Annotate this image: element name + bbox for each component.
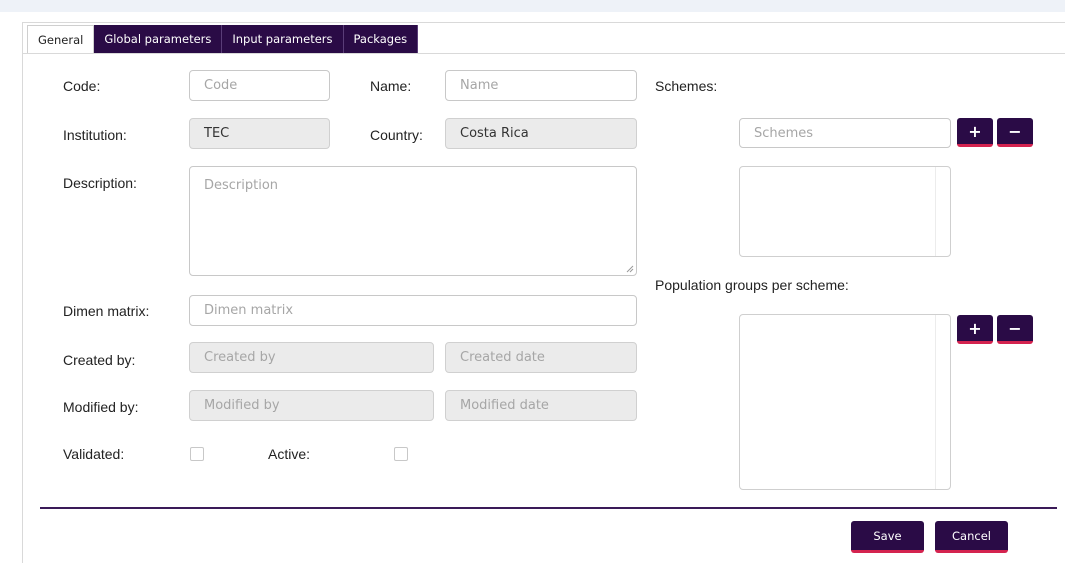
population-groups-list[interactable] bbox=[739, 314, 951, 490]
cancel-button[interactable]: Cancel bbox=[935, 521, 1008, 553]
created-by-label: Created by: bbox=[63, 352, 136, 368]
description-placeholder: Description bbox=[204, 178, 279, 193]
created-date-field: Created date bbox=[445, 342, 637, 373]
validated-label: Validated: bbox=[63, 446, 125, 462]
created-by-field: Created by bbox=[189, 342, 434, 373]
dimen-matrix-placeholder: Dimen matrix bbox=[204, 303, 294, 318]
name-placeholder: Name bbox=[460, 78, 499, 93]
tab-bar: General Global parameters Input paramete… bbox=[27, 25, 419, 54]
save-button-label: Save bbox=[873, 528, 902, 543]
add-population-group-button[interactable]: + bbox=[957, 315, 993, 344]
schemes-placeholder: Schemes bbox=[754, 125, 814, 141]
plus-icon: + bbox=[968, 318, 982, 338]
schemes-input[interactable]: Schemes bbox=[739, 118, 951, 148]
top-band bbox=[0, 0, 1065, 12]
modified-by-label: Modified by: bbox=[63, 399, 139, 415]
remove-population-group-button[interactable]: − bbox=[997, 315, 1033, 344]
minus-icon: − bbox=[1008, 318, 1022, 338]
description-textarea[interactable]: Description bbox=[189, 166, 637, 276]
modified-date-field: Modified date bbox=[445, 390, 637, 421]
modified-by-field: Modified by bbox=[189, 390, 434, 421]
tab-global-parameters[interactable]: Global parameters bbox=[94, 25, 223, 54]
population-groups-label: Population groups per scheme: bbox=[655, 277, 849, 293]
dimen-matrix-input[interactable]: Dimen matrix bbox=[189, 295, 637, 326]
institution-label: Institution: bbox=[63, 127, 127, 143]
modified-by-placeholder: Modified by bbox=[204, 398, 280, 413]
schemes-list[interactable] bbox=[739, 166, 951, 257]
tab-input-parameters[interactable]: Input parameters bbox=[222, 25, 344, 54]
tab-packages[interactable]: Packages bbox=[343, 25, 419, 54]
code-label: Code: bbox=[63, 78, 101, 94]
active-checkbox[interactable] bbox=[394, 447, 408, 461]
schemes-label: Schemes: bbox=[655, 78, 718, 94]
country-value: Costa Rica bbox=[460, 126, 529, 141]
active-label: Active: bbox=[268, 446, 311, 462]
validated-checkbox[interactable] bbox=[190, 447, 204, 461]
footer-divider bbox=[40, 507, 1057, 509]
country-field: Costa Rica bbox=[445, 118, 637, 149]
schemes-list-scrollbar[interactable] bbox=[935, 167, 950, 256]
modified-date-placeholder: Modified date bbox=[460, 398, 549, 413]
description-label: Description: bbox=[63, 175, 137, 191]
code-placeholder: Code bbox=[204, 78, 238, 93]
tab-general[interactable]: General bbox=[27, 25, 95, 54]
resize-handle-icon[interactable] bbox=[626, 265, 634, 273]
save-button[interactable]: Save bbox=[851, 521, 924, 553]
code-input[interactable]: Code bbox=[189, 70, 330, 101]
tab-underline bbox=[22, 53, 1065, 54]
created-by-placeholder: Created by bbox=[204, 350, 276, 365]
minus-icon: − bbox=[1008, 121, 1022, 141]
remove-scheme-button[interactable]: − bbox=[997, 118, 1033, 147]
plus-icon: + bbox=[968, 121, 982, 141]
created-date-placeholder: Created date bbox=[460, 350, 545, 365]
dimen-matrix-label: Dimen matrix: bbox=[63, 303, 150, 319]
add-scheme-button[interactable]: + bbox=[957, 118, 993, 147]
population-list-scrollbar[interactable] bbox=[935, 315, 950, 489]
institution-field: TEC bbox=[189, 118, 330, 149]
institution-value: TEC bbox=[204, 126, 230, 141]
cancel-button-label: Cancel bbox=[952, 528, 991, 543]
name-label: Name: bbox=[370, 78, 412, 94]
country-label: Country: bbox=[370, 127, 423, 143]
name-input[interactable]: Name bbox=[445, 70, 637, 101]
